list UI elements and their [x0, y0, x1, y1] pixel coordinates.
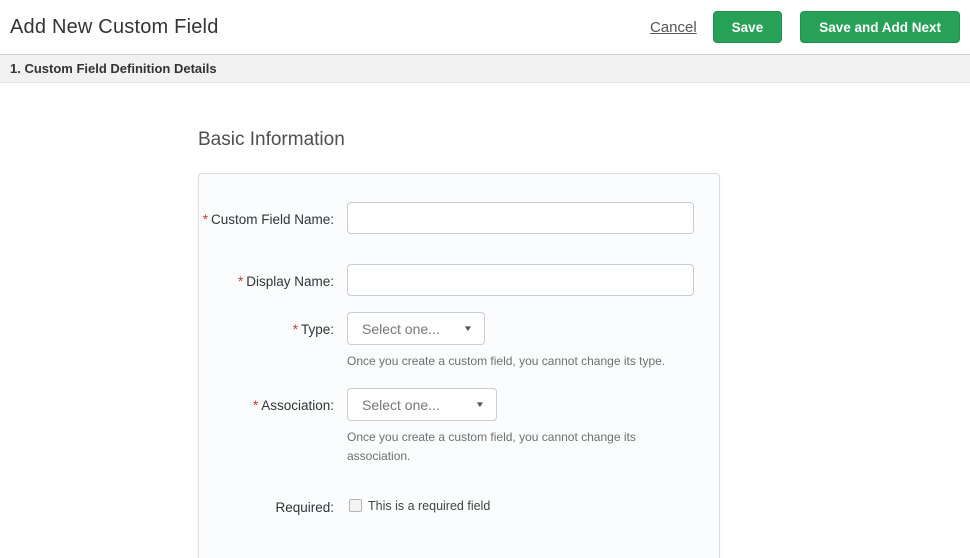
type-help-text: Once you create a custom field, you cann… — [347, 354, 666, 368]
display-name-row: * Display Name: — [199, 264, 694, 296]
custom-field-name-row: * Custom Field Name: — [199, 202, 694, 234]
required-checkbox-label[interactable]: This is a required field — [368, 499, 490, 513]
page-title: Add New Custom Field — [10, 15, 219, 38]
association-select-value: Select one... — [362, 396, 440, 413]
main-content: Basic Information * Custom Field Name: * D… — [0, 83, 970, 558]
type-select-value: Select one... — [362, 320, 440, 337]
basic-information-heading: Basic Information — [198, 129, 345, 150]
custom-field-name-label: * Custom Field Name: — [199, 202, 347, 231]
required-asterisk: * — [202, 212, 208, 227]
display-name-label-text: Display Name: — [246, 274, 334, 289]
save-and-add-next-button[interactable]: Save and Add Next — [800, 11, 960, 43]
section-title: 1. Custom Field Definition Details — [10, 61, 217, 76]
required-asterisk: * — [252, 398, 259, 414]
required-label: Required: — [275, 499, 334, 515]
chevron-down-icon: ▼ — [462, 324, 474, 333]
chevron-down-icon: ▼ — [474, 400, 486, 410]
display-name-label: * Display Name: — [199, 264, 347, 293]
type-label-text: Type: — [300, 322, 334, 337]
required-row: Required: This is a required field — [199, 490, 692, 519]
custom-field-name-label-text: Custom Field Name: — [210, 212, 334, 227]
save-button[interactable]: Save — [712, 11, 783, 43]
required-asterisk: * — [237, 274, 244, 289]
required-asterisk: * — [292, 322, 298, 337]
custom-field-name-input[interactable] — [347, 202, 694, 234]
custom-field-form-panel: * Custom Field Name: * Display Name: * Type… — [198, 173, 720, 558]
display-name-input[interactable] — [347, 264, 694, 296]
association-row: * Association: Select one... ▼ Once you c… — [199, 388, 692, 466]
association-label: * Association: — [199, 388, 347, 417]
association-select[interactable]: Select one... ▼ — [347, 388, 497, 422]
association-label-text: Association: — [261, 398, 334, 414]
type-select[interactable]: Select one... ▼ — [347, 312, 485, 345]
cancel-link[interactable]: Cancel — [650, 19, 697, 36]
header-actions: Cancel Save Save and Add Next — [650, 11, 960, 43]
section-bar: 1. Custom Field Definition Details — [0, 54, 970, 83]
association-help-text: Once you create a custom field, you cann… — [347, 430, 636, 464]
type-row: * Type: Select one... ▼ Once you create a… — [199, 312, 692, 371]
required-checkbox[interactable] — [349, 499, 362, 513]
required-checkbox-group: This is a required field — [347, 490, 692, 513]
page-header: Add New Custom Field Cancel Save Save an… — [0, 0, 970, 54]
type-label: * Type: — [199, 312, 347, 341]
